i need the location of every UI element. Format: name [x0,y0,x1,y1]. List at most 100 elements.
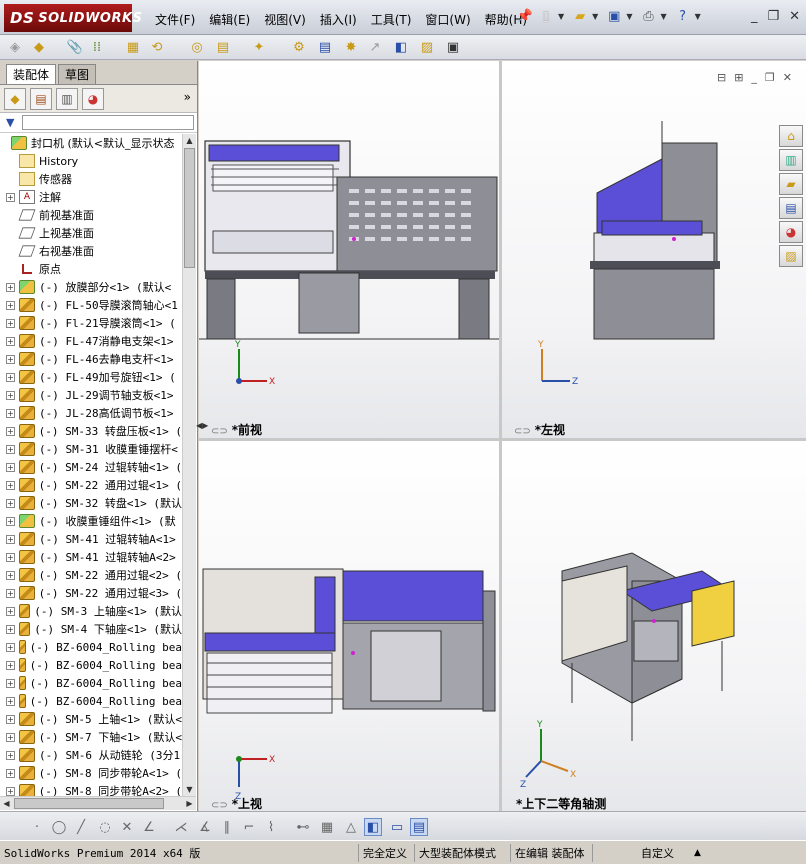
tree-item[interactable]: + (-) SM-6 从动链轮 (3分1 [0,746,182,764]
tree-vertical-scrollbar[interactable]: ▲ ▼ [182,134,196,796]
tree-item[interactable]: + (-) FL-50导膜滚筒轴心<1 [0,296,182,314]
expand-toggle[interactable]: + [6,444,15,454]
expand-toggle[interactable]: + [6,624,15,634]
tree-item[interactable]: + (-) SM-41 过辊转轴A<1> [0,530,182,548]
tree-item[interactable]: + (-) BZ-6004_Rolling bea [0,692,182,710]
expand-toggle[interactable]: + [6,570,15,580]
tree-item[interactable]: + (-) SM-5 上轴<1> (默认< [0,710,182,728]
pane-layout-icon[interactable]: ⊟ [717,71,726,84]
tree-filter-input[interactable] [22,115,194,130]
expand-toggle[interactable]: + [6,588,15,598]
expand-toggle[interactable]: + [6,408,15,418]
expand-toggle[interactable]: + [6,552,15,562]
scroll-right-icon[interactable]: ▶ [183,797,196,810]
expand-toggle[interactable]: + [6,282,15,292]
expand-toggle[interactable]: + [6,480,15,490]
pin-icon[interactable]: 📌 [516,7,534,25]
design-library-icon[interactable]: ▥ [779,149,803,171]
restore-icon[interactable]: ❐ [765,71,775,84]
units-dropdown-icon[interactable]: ▲ [690,844,701,862]
collapse-pane-icon[interactable]: ◀▶ [196,421,208,430]
3d-sketch-icon[interactable]: ◧ [364,818,382,836]
viewport-isometric[interactable]: Y X Z *上下二等角轴测 [502,441,806,811]
parallel-icon[interactable]: ∥ [218,818,236,836]
assembly-features-icon[interactable]: ▤ [214,38,232,56]
tree-item[interactable]: + (-) FL-46去静电支杆<1> [0,350,182,368]
expand-toggle[interactable]: + [6,354,15,364]
update-speedpak-icon[interactable]: ▨ [418,38,436,56]
grid-icon[interactable]: ▦ [318,818,336,836]
explode-line-icon[interactable]: ↗ [366,38,384,56]
scroll-up-icon[interactable]: ▲ [183,134,196,147]
tree-item[interactable]: + (-) SM-22 通用过辊<2> ( [0,566,182,584]
offset-icon[interactable]: ∡ [196,818,214,836]
tangent-arc-icon[interactable]: ∠ [140,818,158,836]
view-palette-icon[interactable]: ▤ [779,197,803,219]
tree-item[interactable]: + (-) SM-4 下轴座<1> (默认 [0,620,182,638]
insert-component-icon[interactable]: ◆ [30,38,48,56]
configuration-manager-icon[interactable]: ▥ [56,87,78,110]
tree-item[interactable]: + (-) FL-49加号旋钮<1> ( [0,368,182,386]
link-views-icon[interactable]: ⊂⊃ [211,800,228,811]
tree-item[interactable]: + (-) 收膜重锤组件<1> (默 [0,512,182,530]
property-manager-icon[interactable]: ▤ [30,87,52,110]
tree-item[interactable]: + (-) SM-22 通用过辊<3> ( [0,584,182,602]
tree-item[interactable]: + (-) BZ-6004_Rolling bea [0,638,182,656]
menu-insert[interactable]: 插入(I) [313,9,364,30]
expand-toggle[interactable]: + [6,498,15,508]
component-icon[interactable]: ◈ [6,38,24,56]
smart-fasteners-icon[interactable]: ▦ [124,38,142,56]
feature-tree-icon[interactable]: ◆ [4,87,26,110]
expand-toggle[interactable]: + [6,732,15,742]
expand-toggle[interactable]: + [6,462,15,472]
scroll-thumb[interactable] [184,148,195,268]
minimize-icon[interactable]: _ [751,9,758,24]
restore-icon[interactable]: ❐ [767,9,779,24]
table-icon[interactable]: ▤ [410,818,428,836]
chevron-down-icon[interactable]: ▼ [626,12,632,21]
save-icon[interactable]: ▣ [605,7,623,25]
tree-item[interactable]: 上视基准面 [0,224,182,242]
menu-tools[interactable]: 工具(T) [364,9,419,30]
expand-toggle[interactable]: + [6,696,15,706]
display-manager-icon[interactable]: ◕ [82,87,104,110]
tree-root[interactable]: 封口机 (默认<默认_显示状态 [0,134,182,152]
tree-item[interactable]: + (-) JL-28高低调节板<1> [0,404,182,422]
tree-item[interactable]: History [0,152,182,170]
mirror-icon[interactable]: ⋌ [172,818,190,836]
line-icon[interactable]: ╱ [72,818,90,836]
expand-toggle[interactable]: + [6,660,15,670]
instant3d-icon[interactable]: ◧ [392,38,410,56]
tree-item[interactable]: + (-) BZ-6004_Rolling bea [0,674,182,692]
layout-icon[interactable]: ▭ [388,818,406,836]
tree-item[interactable]: + (-) SM-33 转盘压板<1> ( [0,422,182,440]
menu-edit[interactable]: 编辑(E) [202,9,257,30]
take-snapshot-icon[interactable]: ▣ [444,38,462,56]
show-hidden-icon[interactable]: ◎ [188,38,206,56]
circle-icon[interactable]: ◯ [50,818,68,836]
tree-item[interactable]: + (-) SM-22 通用过辊<1> ( [0,476,182,494]
expand-toggle[interactable]: + [6,300,15,310]
tree-item[interactable]: 传感器 [0,170,182,188]
tree-item[interactable]: + (-) SM-3 上轴座<1> (默认 [0,602,182,620]
tree-item[interactable]: + (-) SM-31 收膜重锤摆杆< [0,440,182,458]
viewport-front[interactable]: Y X ⊂⊃ *前视 [199,61,499,438]
corner-rectangle-icon[interactable]: ⌐ [240,818,258,836]
close-icon[interactable]: ✕ [783,71,792,84]
tree-item[interactable]: + (-) SM-24 过辊转轴<1> ( [0,458,182,476]
print-icon[interactable]: ⎙ [639,7,657,25]
solidworks-logo[interactable]: DS SOLIDWORKS [4,4,142,32]
tree-item[interactable]: + (-) SM-8 同步带轮A<1> ( [0,764,182,782]
tree-item[interactable]: + A 注解 [0,188,182,206]
chevron-down-icon[interactable]: ▼ [660,12,666,21]
minimize-icon[interactable]: _ [751,71,757,84]
slot-icon[interactable]: ⌇ [262,818,280,836]
mate-icon[interactable]: 📎 [66,38,84,56]
expand-toggle[interactable]: + [6,372,15,382]
open-folder-icon[interactable]: ▰ [571,7,589,25]
expand-toggle[interactable]: + [6,336,15,346]
bill-of-materials-icon[interactable]: ▤ [316,38,334,56]
solidworks-resources-icon[interactable]: ⌂ [779,125,803,147]
appearances-icon[interactable]: ◕ [779,221,803,243]
expand-toggle[interactable]: + [6,318,15,328]
